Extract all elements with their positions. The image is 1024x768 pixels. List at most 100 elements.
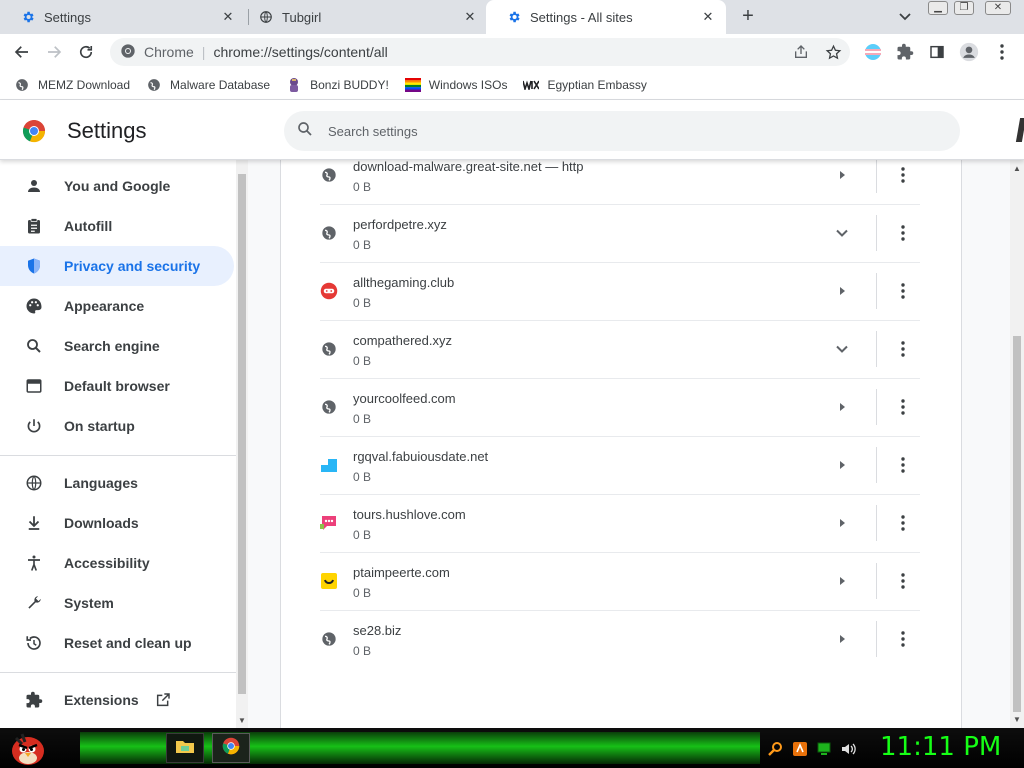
bookmark-malware-database[interactable]: Malware Database bbox=[146, 77, 270, 93]
search-input[interactable] bbox=[328, 123, 888, 139]
sidebar-item-extensions[interactable]: Extensions bbox=[0, 680, 234, 720]
site-row[interactable]: yourcoolfeed.com 0 B bbox=[320, 379, 920, 437]
more-actions-kebab-icon[interactable] bbox=[894, 627, 912, 651]
close-icon[interactable]: ✕ bbox=[700, 9, 716, 25]
search-settings-box[interactable] bbox=[284, 111, 960, 151]
sidebar-item-downloads[interactable]: Downloads bbox=[0, 503, 234, 543]
volume-icon[interactable] bbox=[840, 741, 856, 757]
bookmark-egyptian-embassy[interactable]: Egyptian Embassy bbox=[523, 77, 647, 93]
new-tab-button[interactable]: + bbox=[736, 6, 760, 28]
expand-chevron-down-icon[interactable] bbox=[832, 221, 852, 245]
sidebar-item-label: Downloads bbox=[64, 515, 139, 531]
bookmark-bonzi-buddy[interactable]: Bonzi BUDDY! bbox=[286, 77, 389, 93]
rainbow-flag-icon bbox=[404, 77, 421, 93]
more-actions-kebab-icon[interactable] bbox=[894, 279, 912, 303]
more-actions-kebab-icon[interactable] bbox=[894, 569, 912, 593]
sidebar-item-system[interactable]: System bbox=[0, 583, 234, 623]
sidebar-item-accessibility[interactable]: Accessibility bbox=[0, 543, 234, 583]
close-icon[interactable]: ✕ bbox=[462, 9, 478, 25]
scrollbar-thumb[interactable] bbox=[1013, 336, 1021, 712]
arrow-right-icon[interactable] bbox=[832, 627, 852, 651]
sidebar-item-label: Autofill bbox=[64, 218, 113, 234]
bookmark-star-icon[interactable] bbox=[822, 41, 844, 63]
sidebar-item-on-startup[interactable]: On startup bbox=[0, 406, 234, 446]
reload-button[interactable] bbox=[74, 40, 98, 64]
window-edge-decoration bbox=[1015, 118, 1024, 142]
more-actions-kebab-icon[interactable] bbox=[894, 395, 912, 419]
back-button[interactable] bbox=[10, 40, 34, 64]
chrome-site-icon bbox=[120, 43, 136, 62]
taskbar-file-explorer[interactable] bbox=[166, 733, 204, 763]
sidebar-item-languages[interactable]: Languages bbox=[0, 463, 234, 503]
forward-button[interactable] bbox=[42, 40, 66, 64]
scrollbar-thumb[interactable] bbox=[238, 174, 246, 694]
scroll-down-arrow-icon[interactable]: ▼ bbox=[1013, 715, 1021, 724]
taskbar-clock[interactable]: 11:11 PM bbox=[880, 732, 1001, 762]
more-actions-kebab-icon[interactable] bbox=[894, 453, 912, 477]
side-panel-icon[interactable] bbox=[926, 41, 948, 63]
page-scrollbar[interactable]: ▲ ▼ bbox=[1010, 160, 1024, 728]
site-row[interactable]: perfordpetre.xyz 0 B bbox=[320, 205, 920, 263]
chrome-logo-icon bbox=[222, 737, 240, 760]
sidebar-item-privacy-and-security[interactable]: Privacy and security bbox=[0, 246, 234, 286]
arrow-right-icon[interactable] bbox=[832, 395, 852, 419]
sidebar-item-autofill[interactable]: Autofill bbox=[0, 206, 234, 246]
sidebar-item-appearance[interactable]: Appearance bbox=[0, 286, 234, 326]
tab-settings-all-sites[interactable]: Settings - All sites ✕ bbox=[486, 0, 726, 34]
profile-flag-icon[interactable] bbox=[862, 41, 884, 63]
media-tray-icon[interactable] bbox=[792, 741, 808, 757]
arrow-right-icon[interactable] bbox=[832, 279, 852, 303]
arrow-right-icon[interactable] bbox=[832, 569, 852, 593]
menu-kebab-icon[interactable] bbox=[991, 41, 1013, 63]
sidebar-item-default-browser[interactable]: Default browser bbox=[0, 366, 234, 406]
chevron-down-icon[interactable] bbox=[895, 8, 915, 26]
site-row[interactable]: se28.biz 0 B bbox=[320, 611, 920, 669]
minimize-button[interactable]: ▁ bbox=[928, 1, 948, 15]
site-row[interactable]: rgqval.fabuiousdate.net 0 B bbox=[320, 437, 920, 495]
bookmark-memz-download[interactable]: MEMZ Download bbox=[14, 77, 130, 93]
extensions-puzzle-icon[interactable] bbox=[894, 41, 916, 63]
close-window-button[interactable]: ✕ bbox=[985, 1, 1011, 15]
network-tray-icon[interactable] bbox=[816, 741, 832, 757]
site-row[interactable]: allthegaming.club 0 B bbox=[320, 263, 920, 321]
more-actions-kebab-icon[interactable] bbox=[894, 337, 912, 361]
site-row[interactable]: compathered.xyz 0 B bbox=[320, 321, 920, 379]
clipboard-icon bbox=[24, 216, 44, 236]
arrow-right-icon[interactable] bbox=[832, 453, 852, 477]
globe-icon bbox=[258, 9, 274, 25]
globe-icon bbox=[320, 340, 338, 358]
sidebar-item-you-and-google[interactable]: You and Google bbox=[0, 166, 234, 206]
site-row[interactable]: tours.hushlove.com 0 B bbox=[320, 495, 920, 553]
sidebar-item-reset-and-clean-up[interactable]: Reset and clean up bbox=[0, 623, 234, 663]
sidebar-scrollbar[interactable]: ▼ bbox=[236, 160, 248, 728]
site-storage-usage: 0 B bbox=[353, 586, 372, 600]
scroll-down-arrow-icon[interactable]: ▼ bbox=[238, 716, 246, 725]
tab-tubgirl[interactable]: Tubgirl ✕ bbox=[238, 0, 488, 34]
address-bar[interactable]: Chrome | chrome://settings/content/all bbox=[110, 38, 850, 66]
arrow-right-icon[interactable] bbox=[832, 163, 852, 187]
more-actions-kebab-icon[interactable] bbox=[894, 163, 912, 187]
maximize-button[interactable]: ❐ bbox=[954, 1, 974, 15]
search-tray-icon[interactable] bbox=[767, 741, 783, 757]
start-button[interactable] bbox=[8, 730, 48, 766]
tab-settings[interactable]: Settings ✕ bbox=[0, 0, 246, 34]
scroll-up-arrow-icon[interactable]: ▲ bbox=[1013, 164, 1021, 173]
sidebar-divider bbox=[0, 455, 236, 456]
arrow-right-icon[interactable] bbox=[832, 511, 852, 535]
chrome-logo-icon bbox=[22, 119, 46, 143]
row-divider bbox=[876, 157, 877, 193]
bookmark-windows-isos[interactable]: Windows ISOs bbox=[404, 77, 507, 93]
gear-icon bbox=[506, 9, 522, 25]
profile-avatar-icon[interactable] bbox=[958, 41, 980, 63]
taskbar-chrome[interactable] bbox=[212, 733, 250, 763]
globe-icon bbox=[320, 166, 338, 184]
site-row[interactable]: ptaimpeerte.com 0 B bbox=[320, 553, 920, 611]
more-actions-kebab-icon[interactable] bbox=[894, 221, 912, 245]
sidebar-item-search-engine[interactable]: Search engine bbox=[0, 326, 234, 366]
more-actions-kebab-icon[interactable] bbox=[894, 511, 912, 535]
share-icon[interactable] bbox=[790, 41, 812, 63]
sidebar-item-label: Accessibility bbox=[64, 555, 150, 571]
close-icon[interactable]: ✕ bbox=[220, 9, 236, 25]
expand-chevron-down-icon[interactable] bbox=[832, 337, 852, 361]
row-divider bbox=[876, 505, 877, 541]
